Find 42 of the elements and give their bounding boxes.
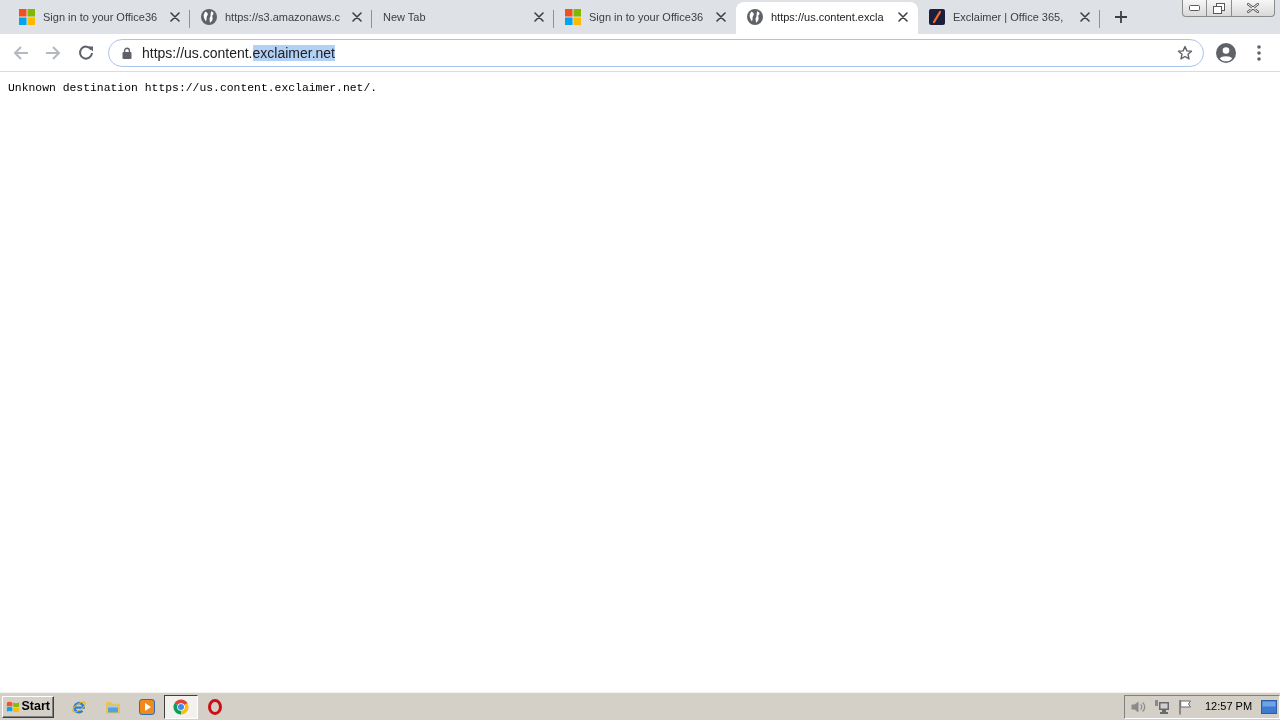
close-icon[interactable]: [534, 12, 544, 22]
close-icon[interactable]: [170, 12, 180, 22]
menu-icon[interactable]: [1257, 44, 1261, 61]
windows-logo-icon: [19, 9, 35, 25]
browser-tab[interactable]: New Tab: [372, 2, 554, 34]
reload-icon[interactable]: [78, 44, 94, 61]
e-logo-icon: [71, 698, 87, 715]
start-button[interactable]: Start: [2, 695, 54, 718]
restore-icon: [1213, 2, 1225, 14]
error-message: Unknown destination https://us.content.exclaimer.net/.: [8, 81, 378, 95]
network-icon[interactable]: [1154, 698, 1170, 715]
star-icon[interactable]: [1177, 44, 1193, 61]
slash-logo-icon: [929, 9, 945, 25]
windows-logo-icon: [565, 9, 581, 25]
close-icon[interactable]: [716, 12, 726, 22]
windows-flag-icon: [6, 699, 20, 714]
account-icon[interactable]: [1216, 42, 1236, 63]
minimize-icon: [1189, 5, 1200, 11]
close-icon[interactable]: [352, 12, 362, 22]
play-icon: [139, 698, 155, 715]
browser-tab[interactable]: Exclaimer | Office 365,: [918, 2, 1100, 34]
flag-icon[interactable]: [1178, 698, 1192, 715]
circle-logo-icon: [173, 698, 189, 715]
close-icon[interactable]: [898, 12, 908, 22]
globe-icon: [201, 9, 217, 25]
minimize-button[interactable]: [1182, 0, 1207, 17]
taskbar-button[interactable]: [164, 694, 198, 719]
browser-tab[interactable]: https://s3.amazonaws.c: [190, 2, 372, 34]
show-desktop-icon[interactable]: [1261, 699, 1277, 714]
ring-logo-icon: [208, 698, 222, 715]
url-text: https://us.content.exclaimer.net: [142, 43, 335, 62]
clock[interactable]: 12:57 PM: [1205, 698, 1253, 715]
plus-icon[interactable]: [1114, 10, 1128, 24]
close-icon[interactable]: [1080, 12, 1090, 22]
lock-icon: [122, 46, 132, 59]
close-window-button[interactable]: [1232, 0, 1275, 17]
browser-tab[interactable]: Sign in to your Office36: [8, 2, 190, 34]
browser-tab[interactable]: Sign in to your Office36: [554, 2, 736, 34]
restore-button[interactable]: [1207, 0, 1232, 17]
globe-icon: [747, 9, 763, 25]
browser-tab[interactable]: https://us.content.excla: [736, 2, 918, 34]
close-icon: [1247, 3, 1259, 13]
